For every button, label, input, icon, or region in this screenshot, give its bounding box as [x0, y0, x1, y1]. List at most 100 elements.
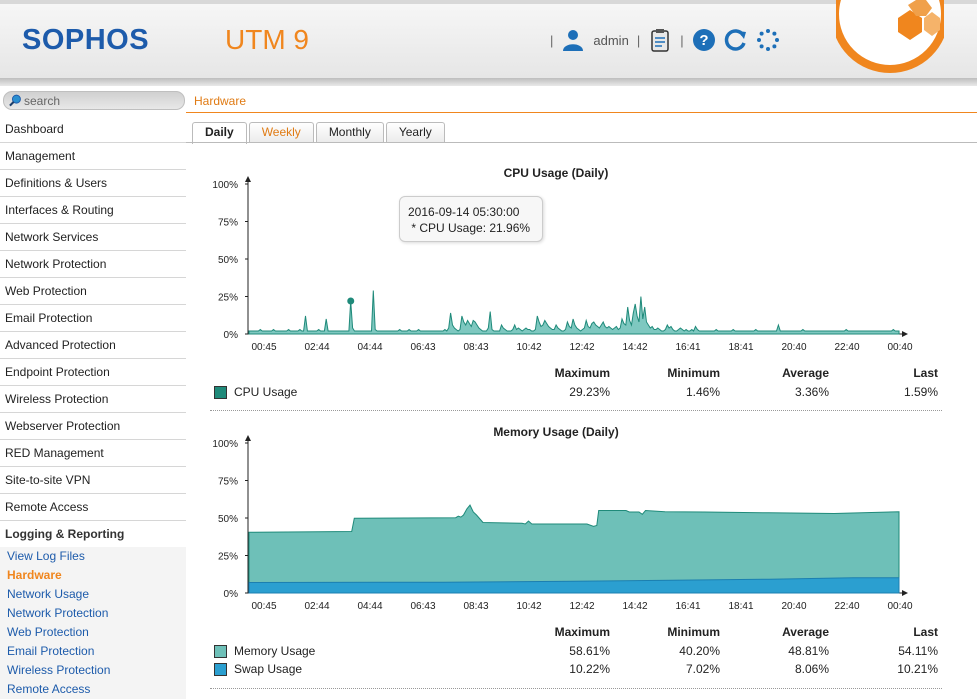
product-name: UTM 9 [225, 24, 309, 55]
x-tick-label: 12:42 [569, 342, 594, 353]
cpu-stat-max: 29.23% [569, 385, 610, 399]
sidebar-item-advanced-protection[interactable]: Advanced Protection [0, 332, 186, 359]
cpu-usage-area [248, 290, 900, 335]
y-tick-label: 100% [212, 180, 238, 191]
memory-stat-min: 7.02% [685, 662, 720, 676]
sidebar-item-site-to-site-vpn[interactable]: Site-to-site VPN [0, 467, 186, 494]
dotted-separator [210, 410, 942, 411]
clipboard-icon[interactable] [648, 28, 672, 52]
search-input[interactable] [24, 92, 174, 109]
memory-stat-header-maximum: Maximum [554, 625, 610, 639]
legend-label: Memory Usage [234, 644, 316, 658]
sidebar-item-remote-access[interactable]: Remote Access [0, 494, 186, 521]
tab-monthly[interactable]: Monthly [315, 122, 384, 142]
app-header: SOPHOS UTM 9 | admin | | ? [0, 0, 977, 79]
cpu-legend-item[interactable]: CPU Usage [214, 383, 297, 401]
tab-divider [186, 142, 977, 143]
sidebar-item-endpoint-protection[interactable]: Endpoint Protection [0, 359, 186, 386]
x-tick-label: 06:43 [410, 342, 435, 353]
sidebar-item-web-protection[interactable]: Web Protection [0, 278, 186, 305]
memory-usage-chart[interactable]: 100% 75% 50% 25% 0% 00:45 02:44 04:44 06:43 08:43… [200, 431, 920, 619]
top-strip [0, 0, 977, 4]
tab-yearly[interactable]: Yearly [385, 122, 445, 142]
x-tick-label: 18:41 [728, 342, 753, 353]
x-tick-label: 16:41 [675, 601, 700, 612]
x-tick-label: 18:41 [728, 601, 753, 612]
y-tick-label: 75% [218, 218, 238, 229]
sidebar-group-logging-reporting[interactable]: Logging & Reporting [0, 521, 186, 547]
refresh-icon[interactable] [724, 28, 748, 52]
tab-daily[interactable]: Daily [192, 122, 247, 144]
y-tick-label: 25% [218, 552, 238, 563]
x-tick-label: 04:44 [357, 601, 382, 612]
tab-weekly[interactable]: Weekly [248, 122, 314, 142]
sidebar-subitem-view-log-files[interactable]: View Log Files [0, 547, 186, 566]
memory-stat-max: 58.61% [569, 644, 610, 658]
sidebar-item-wireless-protection[interactable]: Wireless Protection [0, 386, 186, 413]
sidebar-item-management[interactable]: Management [0, 143, 186, 170]
search-icon [9, 94, 21, 107]
sidebar-item-dashboard[interactable]: Dashboard [0, 116, 186, 143]
x-axis-arrow [902, 590, 908, 596]
sidebar-nav: Dashboard Management Definitions & Users In… [0, 116, 186, 699]
header-toolbar: | admin | | ? [550, 26, 780, 54]
x-tick-label: 10:42 [516, 601, 541, 612]
y-tick-label: 0% [224, 589, 239, 600]
legend-label: CPU Usage [234, 385, 298, 399]
search-box[interactable] [3, 91, 185, 110]
x-tick-label: 08:43 [463, 601, 488, 612]
tooltip-value: * CPU Usage: 21.96% [408, 221, 531, 235]
user-icon[interactable] [561, 28, 585, 52]
memory-stat-max: 10.22% [569, 662, 610, 676]
dotted-separator [210, 688, 942, 689]
sidebar-item-webserver-protection[interactable]: Webserver Protection [0, 413, 186, 440]
header-shadow-band [0, 78, 977, 86]
sidebar-subitem-network-usage[interactable]: Network Usage [0, 585, 186, 604]
legend-swatch [214, 662, 227, 676]
x-tick-label: 10:42 [516, 342, 541, 353]
y-tick-label: 0% [224, 330, 239, 341]
memory-stat-header-minimum: Minimum [667, 625, 720, 639]
memory-stat-header-last: Last [913, 625, 938, 639]
sophos-logo[interactable]: SOPHOS [22, 24, 149, 57]
y-tick-label: 50% [218, 255, 238, 266]
memory-stat-last: 10.21% [897, 662, 938, 676]
x-tick-label: 00:40 [887, 342, 912, 353]
breadcrumb: Hardware [194, 94, 247, 108]
memory-legend-item[interactable]: Swap Usage [214, 660, 302, 678]
toolbar-separator: | [636, 32, 641, 48]
x-tick-label: 00:45 [251, 342, 276, 353]
help-icon[interactable]: ? [692, 28, 716, 52]
sidebar-subitem-network-protection[interactable]: Network Protection [0, 604, 186, 623]
period-tabs: Daily Weekly Monthly Yearly [192, 122, 445, 144]
sophos-badge-icon [836, 0, 944, 73]
sidebar-item-definitions-users[interactable]: Definitions & Users [0, 170, 186, 197]
cpu-stat-header-minimum: Minimum [667, 366, 720, 380]
sidebar-subitem-web-protection[interactable]: Web Protection [0, 623, 186, 642]
x-tick-label: 00:45 [251, 601, 276, 612]
sidebar-item-email-protection[interactable]: Email Protection [0, 305, 186, 332]
sidebar-item-network-protection[interactable]: Network Protection [0, 251, 186, 278]
sidebar-item-interfaces-routing[interactable]: Interfaces & Routing [0, 197, 186, 224]
user-name[interactable]: admin [593, 33, 628, 48]
sidebar-item-red-management[interactable]: RED Management [0, 440, 186, 467]
memory-legend-item[interactable]: Memory Usage [214, 642, 315, 660]
memory-stat-header-average: Average [782, 625, 829, 639]
y-tick-label: 100% [212, 439, 238, 450]
x-axis-arrow [902, 331, 908, 337]
cpu-stat-header-last: Last [913, 366, 938, 380]
sidebar-subitem-hardware[interactable]: Hardware [0, 566, 186, 585]
sidebar-subitem-remote-access[interactable]: Remote Access [0, 680, 186, 699]
sidebar-subitem-wireless-protection[interactable]: Wireless Protection [0, 661, 186, 680]
sidebar-subitem-email-protection[interactable]: Email Protection [0, 642, 186, 661]
loading-spinner-icon [756, 29, 779, 51]
legend-swatch [214, 385, 227, 399]
x-tick-label: 04:44 [357, 342, 382, 353]
x-tick-label: 20:40 [781, 342, 806, 353]
y-tick-label: 25% [218, 293, 238, 304]
sidebar-item-network-services[interactable]: Network Services [0, 224, 186, 251]
y-axis-arrow [245, 176, 251, 182]
cpu-usage-chart[interactable]: 100% 75% 50% 25% 0% 00:45 02:44 04:44 06:43 08:43… [200, 172, 920, 360]
x-tick-label: 14:42 [622, 342, 647, 353]
memory-stat-last: 54.11% [898, 644, 938, 658]
